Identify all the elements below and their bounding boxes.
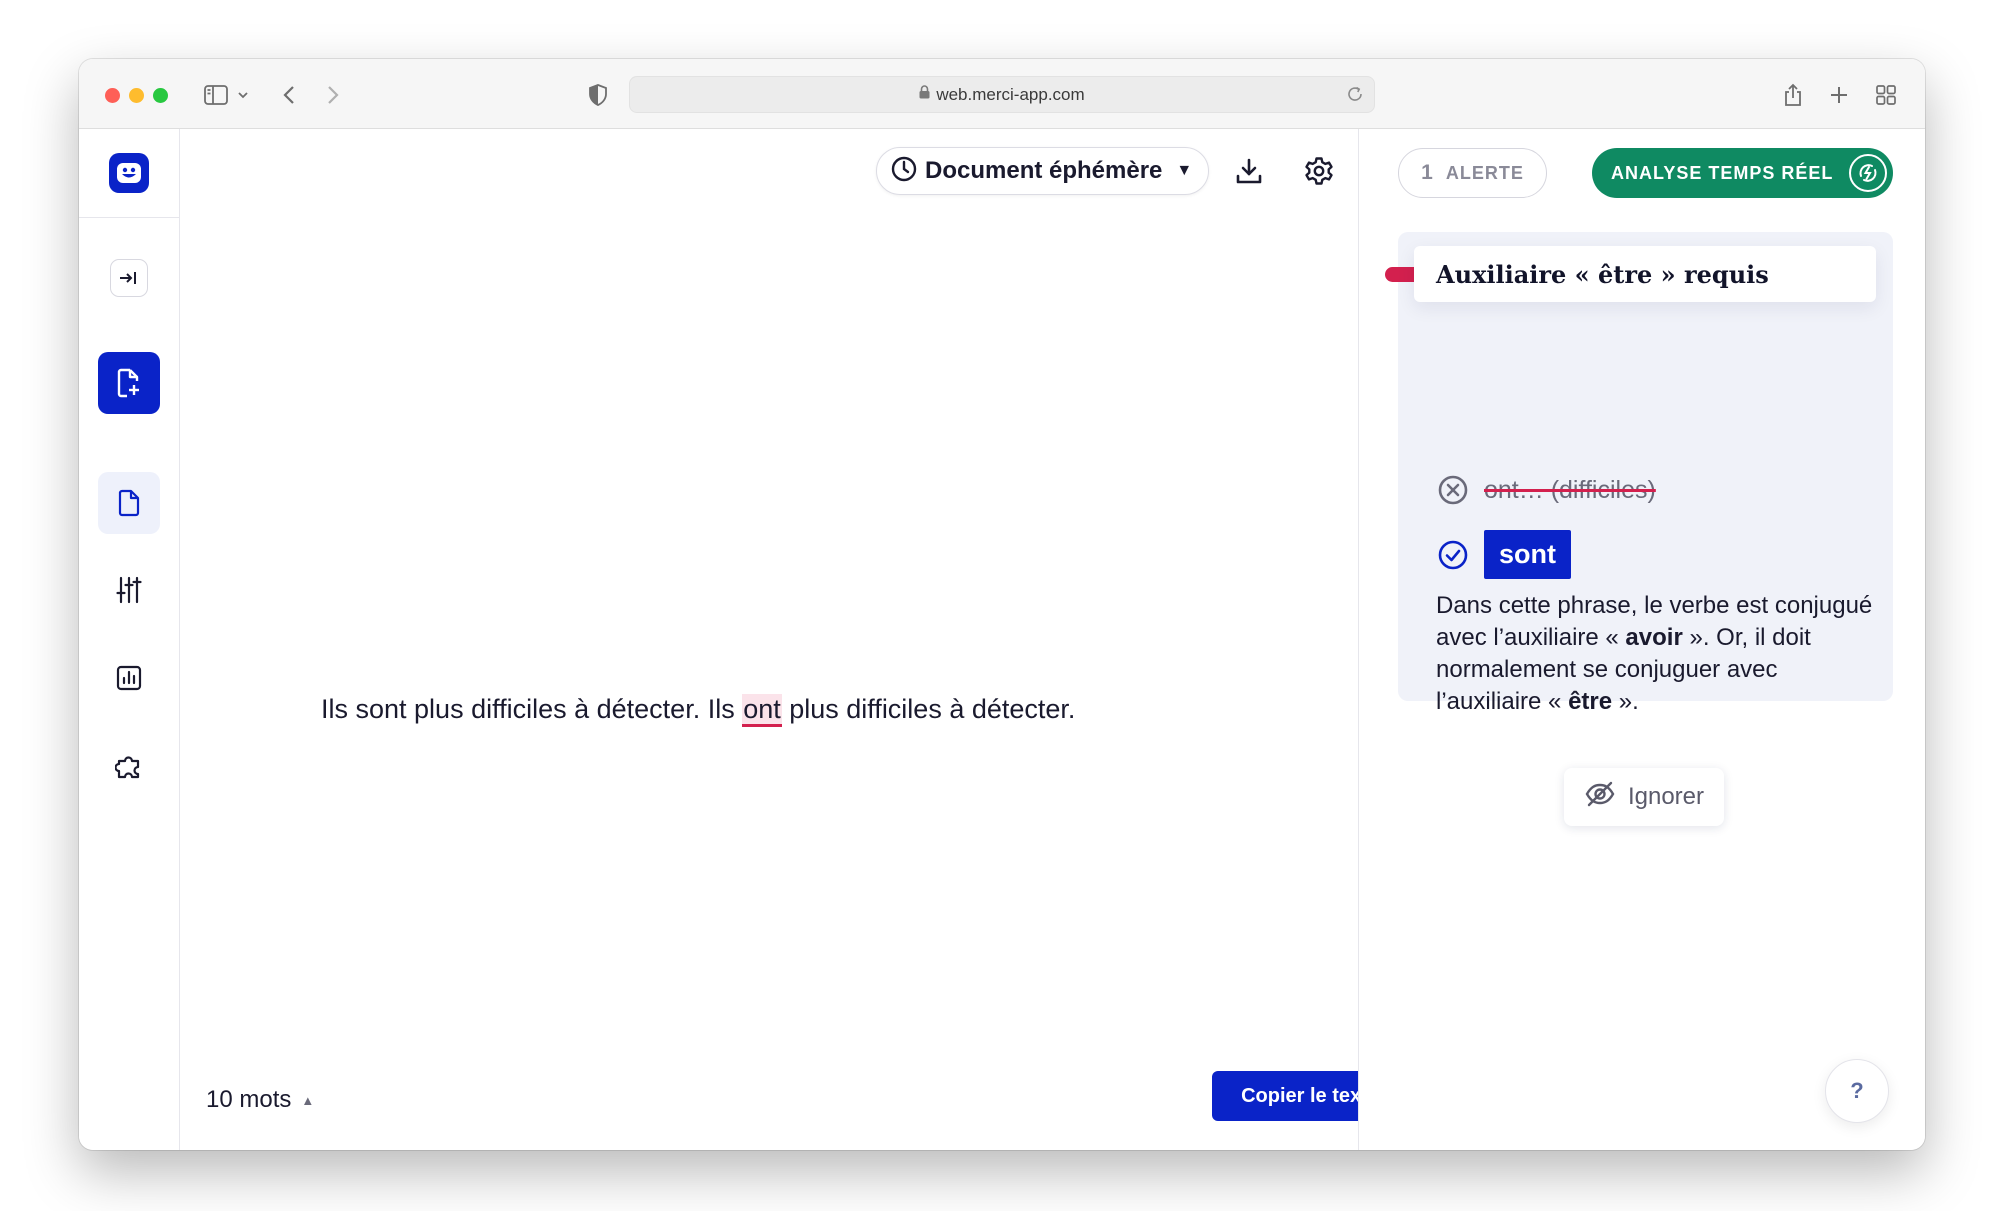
editor-text[interactable]: Ils sont plus difficiles à détecter. Ils… bbox=[321, 694, 1076, 727]
gear-icon[interactable] bbox=[1301, 153, 1337, 189]
app-content: Document éphémère ▼ Ils sont plus diffic… bbox=[79, 129, 1925, 1150]
rejected-text: ont… (difficiles) bbox=[1484, 475, 1656, 504]
reload-icon[interactable] bbox=[1346, 85, 1364, 108]
correction-title: Auxiliaire « être » requis bbox=[1436, 259, 1769, 289]
maximize-window-button[interactable] bbox=[153, 88, 168, 103]
left-navigation bbox=[79, 129, 180, 1150]
text-segment: plus difficiles à détecter. bbox=[781, 694, 1076, 724]
error-highlight[interactable]: ont bbox=[742, 694, 782, 727]
forward-icon[interactable] bbox=[323, 79, 343, 111]
word-count[interactable]: 10 mots ▲ bbox=[206, 1086, 314, 1114]
correction-card-header[interactable]: Auxiliaire « être » requis bbox=[1414, 246, 1876, 302]
explanation-bold: avoir bbox=[1625, 624, 1683, 651]
explanation-bold: être bbox=[1568, 688, 1613, 715]
back-icon[interactable] bbox=[279, 79, 299, 111]
corrections-panel: 1 ALERTE ANALYSE TEMPS RÉEL Auxiliaire «… bbox=[1358, 129, 1925, 1150]
alert-label: ALERTE bbox=[1445, 162, 1524, 183]
minimize-window-button[interactable] bbox=[129, 88, 144, 103]
correction-explanation: Dans cette phrase, le verbe est conjugué… bbox=[1436, 590, 1876, 718]
suggested-option[interactable]: sont bbox=[1436, 530, 1571, 579]
correction-card: Auxiliaire « être » requis ont… (diffici… bbox=[1385, 232, 1893, 826]
caret-up-icon[interactable]: ▲ bbox=[301, 1093, 314, 1108]
share-icon[interactable] bbox=[1781, 79, 1805, 111]
close-window-button[interactable] bbox=[105, 88, 120, 103]
alert-count: 1 bbox=[1421, 161, 1434, 184]
puzzle-icon[interactable] bbox=[98, 735, 160, 797]
document-type-label: Document éphémère bbox=[925, 157, 1163, 184]
help-button[interactable]: ? bbox=[1825, 1059, 1889, 1123]
sidebar-icon[interactable] bbox=[201, 79, 231, 111]
download-icon[interactable] bbox=[1231, 153, 1267, 189]
rejected-option: ont… (difficiles) bbox=[1436, 473, 1656, 507]
document-type-select[interactable]: Document éphémère ▼ bbox=[876, 147, 1210, 195]
realtime-analysis-label: ANALYSE TEMPS RÉEL bbox=[1611, 162, 1834, 183]
url-text: web.merci-app.com bbox=[936, 84, 1085, 104]
sliders-icon[interactable] bbox=[98, 559, 160, 621]
address-bar[interactable]: web.merci-app.com bbox=[629, 76, 1375, 113]
word-count-label: 10 mots bbox=[206, 1086, 292, 1113]
nav-divider bbox=[79, 217, 179, 218]
collapse-icon[interactable] bbox=[110, 259, 148, 297]
merci-logo[interactable] bbox=[109, 153, 149, 193]
grid-icon[interactable] bbox=[1874, 79, 1898, 111]
chart-icon[interactable] bbox=[98, 647, 160, 709]
clock-icon bbox=[891, 156, 917, 187]
plus-icon[interactable] bbox=[1827, 79, 1851, 111]
ignore-button[interactable]: Ignorer bbox=[1564, 768, 1724, 826]
editor-toolbar: Document éphémère ▼ bbox=[876, 147, 1337, 195]
document-icon[interactable] bbox=[98, 472, 160, 534]
chevron-down-icon[interactable] bbox=[235, 79, 251, 111]
explanation-text: ». bbox=[1612, 688, 1639, 715]
new-document-icon[interactable] bbox=[98, 352, 160, 414]
ignore-label: Ignorer bbox=[1627, 783, 1705, 810]
browser-titlebar: web.merci-app.com bbox=[79, 59, 1925, 129]
realtime-analysis-button[interactable]: ANALYSE TEMPS RÉEL bbox=[1592, 148, 1893, 198]
cross-circle-icon bbox=[1436, 473, 1470, 507]
shield-icon[interactable] bbox=[587, 79, 609, 111]
check-circle-icon bbox=[1436, 538, 1470, 572]
browser-window: web.merci-app.com Document éphémère ▼ Il… bbox=[79, 59, 1925, 1150]
eye-off-icon bbox=[1584, 780, 1616, 815]
alert-count-badge[interactable]: 1 ALERTE bbox=[1398, 148, 1547, 198]
editor-area: Document éphémère ▼ Ils sont plus diffic… bbox=[180, 129, 1408, 1150]
text-segment: Ils sont plus difficiles à détecter. Ils bbox=[321, 694, 743, 724]
suggestion-button[interactable]: sont bbox=[1484, 530, 1571, 579]
chevron-down-icon: ▼ bbox=[1176, 162, 1193, 179]
lock-icon bbox=[919, 85, 930, 104]
realtime-icon bbox=[1849, 154, 1887, 192]
